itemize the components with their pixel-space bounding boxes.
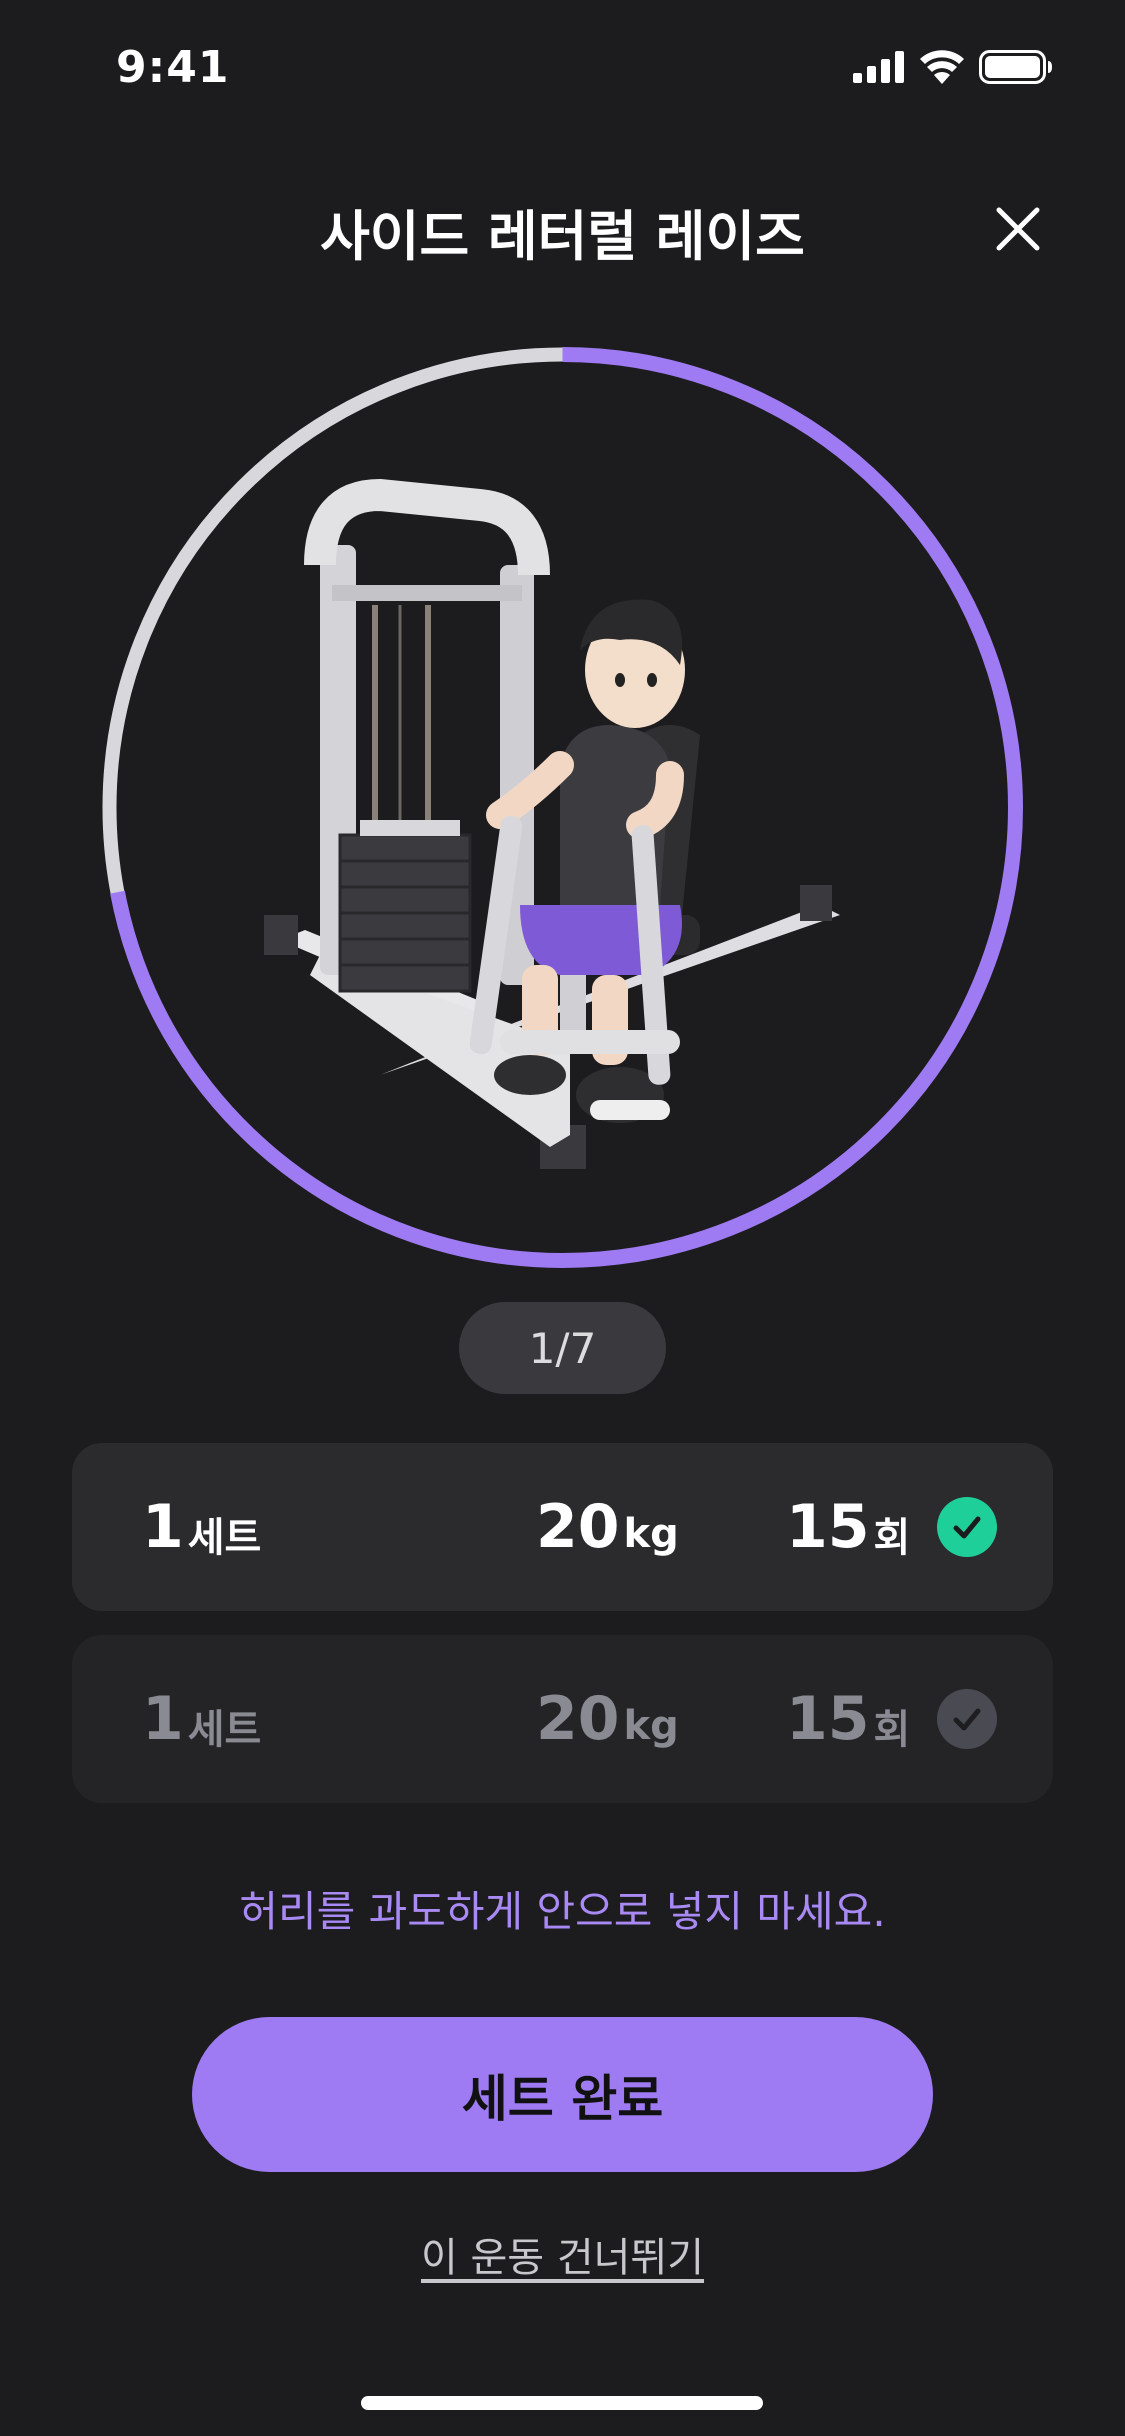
checkmark-icon [953,1708,981,1731]
set-reps[interactable]: 15 회 [786,1443,910,1611]
set-number: 1 세트 [142,1443,261,1611]
set-reps-unit: 회 [873,1515,911,1561]
status-icons [853,50,1053,84]
exercise-counter: 1/7 [459,1302,666,1394]
set-number-unit: 세트 [187,1707,262,1753]
set-reps-value: 15 [786,1684,870,1754]
skip-exercise-link[interactable]: 이 운동 건너뛰기 [421,2235,704,2281]
checkmark-icon [953,1516,981,1539]
set-number-value: 1 [142,1492,184,1562]
set-weight-unit: kg [623,1511,679,1557]
close-icon [996,207,1040,251]
set-row-pending: 1 세트 20 kg 15 회 [72,1635,1053,1803]
set-weight[interactable]: 20 kg [536,1443,679,1611]
set-weight[interactable]: 20 kg [536,1635,679,1803]
set-number: 1 세트 [142,1635,261,1803]
cellular-signal-icon [853,51,904,83]
set-weight-value: 20 [536,1684,620,1754]
set-weight-value: 20 [536,1492,620,1562]
form-tip: 허리를 과도하게 안으로 넣지 마세요. [239,1887,886,1936]
exercise-progress-ring [100,345,1025,1270]
set-row-completed: 1 세트 20 kg 15 회 [72,1443,1053,1611]
status-time: 9:41 [116,42,230,93]
set-complete-toggle[interactable] [937,1497,997,1557]
set-number-unit: 세트 [187,1515,262,1561]
skip-exercise: 이 운동 건너뛰기 [0,2225,1125,2283]
wifi-icon [920,50,964,84]
home-indicator [361,2396,763,2410]
exercise-title: 사이드 레터럴 레이즈 [320,205,805,268]
set-reps-unit: 회 [873,1707,911,1753]
set-complete-toggle[interactable] [937,1689,997,1749]
set-reps[interactable]: 15 회 [786,1635,910,1803]
status-bar: 9:41 [0,0,1125,132]
set-reps-value: 15 [786,1492,870,1562]
exercise-illustration [264,478,840,1169]
battery-icon [979,50,1052,84]
set-weight-unit: kg [623,1703,679,1749]
set-number-value: 1 [142,1684,184,1754]
complete-set-button[interactable]: 세트 완료 [192,2017,933,2172]
close-button[interactable] [985,196,1051,262]
